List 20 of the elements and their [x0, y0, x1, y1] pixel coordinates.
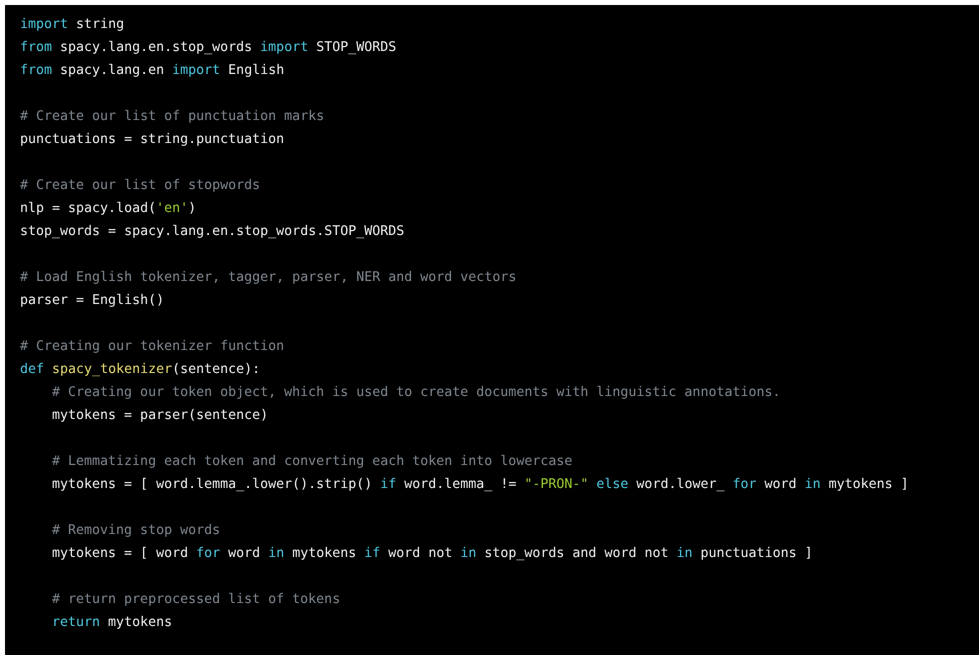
- code-line: return mytokens: [52, 614, 172, 632]
- code-comment: # Create our list of stopwords: [20, 177, 260, 195]
- code-line: mytokens = [ word.lemma_.lower().strip() if word.lemma_ != "-PRON-" else word.lower_ for word in mytokens ]: [52, 476, 909, 494]
- code-comment: # return preprocessed list of tokens: [52, 591, 340, 609]
- code-comment: # Creating our token object, which is used to create documents with linguistic annotations.: [52, 384, 780, 402]
- code-comment: # Create our list of punctuation marks: [20, 108, 324, 126]
- code-line: nlp = spacy.load('en'): [20, 200, 196, 218]
- code-line: punctuations = string.punctuation: [20, 131, 284, 149]
- code-comment: # Creating our tokenizer function: [20, 338, 284, 356]
- code-line: parser = English(): [20, 292, 164, 310]
- code-comment: # Removing stop words: [52, 522, 220, 540]
- code-line: mytokens = parser(sentence): [52, 407, 268, 425]
- code-comment: # Load English tokenizer, tagger, parser, NER and word vectors: [20, 269, 516, 287]
- code-line: import string: [20, 16, 124, 34]
- code-line: stop_words = spacy.lang.en.stop_words.STOP_WORDS: [20, 223, 404, 241]
- code-comment: # Lemmatizing each token and converting each token into lowercase: [52, 453, 572, 471]
- code-line: from spacy.lang.en import English: [20, 62, 284, 80]
- code-line: mytokens = [ word for word in mytokens if word not in stop_words and word not in punctuations ]: [52, 545, 813, 563]
- code-line: from spacy.lang.en.stop_words import STOP_WORDS: [20, 39, 396, 57]
- code-line: def spacy_tokenizer(sentence):: [20, 361, 260, 379]
